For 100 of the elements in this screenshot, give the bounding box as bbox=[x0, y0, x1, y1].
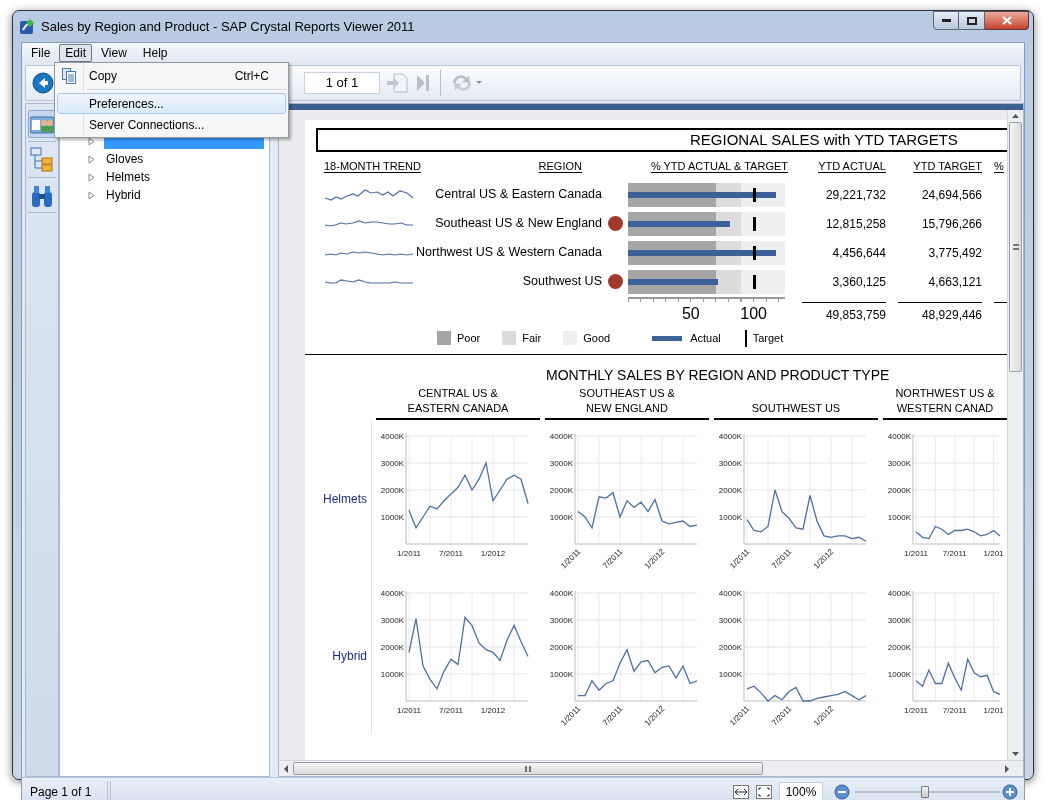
zoom-out-icon[interactable] bbox=[834, 783, 850, 800]
region-label: Central US & Eastern Canada bbox=[435, 186, 602, 204]
y-tick-label: 4000K bbox=[380, 432, 405, 441]
column-header: REGION bbox=[538, 158, 582, 174]
back-button[interactable] bbox=[32, 72, 54, 94]
page-field[interactable]: 1 of 1 bbox=[304, 72, 380, 94]
y-tick-label: 3000K bbox=[549, 616, 574, 625]
y-tick-label: 4000K bbox=[887, 432, 912, 441]
y-tick-label: 3000K bbox=[380, 616, 405, 625]
column-header: SOUTHWEST US bbox=[751, 401, 841, 416]
line-series bbox=[577, 649, 698, 697]
region-label: Southeast US & New England bbox=[435, 215, 602, 233]
table-cell-text: 29,221,732 bbox=[825, 186, 886, 204]
region-label: Southwest US bbox=[522, 273, 602, 291]
slider-thumb[interactable] bbox=[920, 785, 929, 798]
y-tick-label: 3000K bbox=[549, 459, 574, 468]
report-title: REGIONAL SALES with YTD TARGETS bbox=[690, 129, 958, 150]
page-status: Page 1 of 1 bbox=[30, 783, 92, 800]
y-tick-label: 4000K bbox=[718, 589, 743, 598]
table-cell-text: 3,775,492 bbox=[928, 244, 982, 262]
x-tick-label: 1/2012 bbox=[480, 549, 506, 558]
full-page-icon[interactable] bbox=[756, 784, 772, 799]
legend-label: Fair bbox=[522, 330, 542, 346]
menu-item[interactable]: Server Connections... bbox=[57, 114, 286, 135]
y-tick-label: 2000K bbox=[887, 486, 912, 495]
y-tick-label: 3000K bbox=[887, 616, 912, 625]
region-label: Northwest US & Western Canada bbox=[416, 244, 602, 262]
menu-item[interactable]: File bbox=[24, 44, 58, 62]
legend-label: Target bbox=[752, 330, 784, 346]
x-tick-label: 1/2011 bbox=[904, 706, 929, 715]
axis-tick-label: 50 bbox=[681, 304, 700, 324]
y-tick-label: 2000K bbox=[718, 643, 743, 652]
y-tick-label: 1000K bbox=[718, 670, 743, 679]
fit-width-icon[interactable] bbox=[733, 784, 749, 799]
horizontal-scrollbar[interactable] bbox=[279, 760, 1023, 776]
column-header: YTD TARGET bbox=[913, 158, 982, 174]
column-header: NORTHWEST US & WESTERN CANAD bbox=[895, 386, 995, 416]
table-cell-text: 15,796,266 bbox=[921, 215, 982, 233]
table-cell-text: 24,694,566 bbox=[921, 186, 982, 204]
y-tick-label: 3000K bbox=[380, 459, 405, 468]
menu-item[interactable]: Copy Ctrl+C bbox=[57, 65, 286, 86]
tree-item[interactable]: Hybrid bbox=[104, 187, 143, 203]
x-tick-label: 1/2011 bbox=[397, 706, 422, 715]
table-cell-text: 4,663,121 bbox=[928, 273, 982, 291]
y-tick-label: 3000K bbox=[887, 459, 912, 468]
tree-item[interactable]: Gloves bbox=[104, 151, 146, 167]
app-icon bbox=[19, 17, 37, 36]
close-button[interactable] bbox=[985, 11, 1029, 30]
total-cell-text: 48,929,446 bbox=[921, 307, 982, 324]
column-header: CENTRAL US & EASTERN CANADA bbox=[407, 386, 509, 416]
line-series bbox=[746, 489, 867, 542]
y-tick-label: 4000K bbox=[718, 432, 743, 441]
table-cell-text: 4,456,644 bbox=[832, 244, 886, 262]
zoom-slider[interactable] bbox=[855, 783, 1000, 800]
y-tick-label: 1000K bbox=[549, 670, 574, 679]
y-tick-label: 1000K bbox=[549, 513, 574, 522]
x-tick-label: 1/2012 bbox=[480, 706, 506, 715]
x-tick-label: 1/201 bbox=[983, 549, 1005, 558]
zoom-field[interactable]: 100% bbox=[779, 781, 823, 800]
close-icon bbox=[1001, 16, 1012, 25]
y-tick-label: 1000K bbox=[718, 513, 743, 522]
column-header: 18-MONTH TREND bbox=[324, 158, 421, 174]
line-series bbox=[915, 525, 1001, 540]
row-label: Helmets bbox=[323, 490, 367, 508]
table-cell-text: 3,360,125 bbox=[832, 273, 886, 291]
menu-item[interactable]: View bbox=[94, 44, 134, 62]
menu-item[interactable]: Preferences... bbox=[57, 93, 286, 114]
y-tick-label: 4000K bbox=[549, 589, 574, 598]
y-tick-label: 3000K bbox=[718, 459, 743, 468]
y-tick-label: 2000K bbox=[718, 486, 743, 495]
y-tick-label: 2000K bbox=[549, 486, 574, 495]
minimize-button[interactable] bbox=[933, 11, 959, 30]
legend-label: Poor bbox=[457, 330, 481, 346]
scrollbar-thumb[interactable] bbox=[293, 762, 763, 775]
y-tick-label: 2000K bbox=[887, 643, 912, 652]
section-title: MONTHLY SALES BY REGION AND PRODUCT TYPE bbox=[545, 366, 891, 385]
copy-icon bbox=[62, 67, 76, 84]
line-series bbox=[408, 616, 529, 690]
tree-icon[interactable] bbox=[30, 147, 54, 173]
column-header: % YTD ACTUAL & TARGET bbox=[650, 158, 788, 174]
binoculars-icon[interactable] bbox=[30, 184, 54, 208]
tree-item[interactable]: Helmets bbox=[104, 169, 152, 185]
y-tick-label: 4000K bbox=[380, 589, 405, 598]
scrollbar-thumb[interactable] bbox=[1009, 122, 1022, 372]
menu-item[interactable]: Edit bbox=[59, 44, 93, 62]
table-cell-text: 12,815,258 bbox=[825, 215, 886, 233]
zoom-in-icon[interactable] bbox=[1002, 783, 1018, 800]
x-tick-label: 7/2011 bbox=[942, 706, 968, 715]
column-header: % bbox=[994, 158, 1004, 174]
y-tick-label: 2000K bbox=[380, 643, 405, 652]
legend-label: Good bbox=[583, 330, 611, 346]
window-title: Sales by Region and Product - SAP Crystal Reports Viewer 2011 bbox=[41, 17, 415, 36]
column-header: SOUTHEAST US & NEW ENGLAND bbox=[579, 386, 675, 416]
menu-item[interactable]: Help bbox=[135, 44, 175, 62]
group-tree-tab[interactable] bbox=[28, 110, 56, 138]
y-tick-label: 3000K bbox=[718, 616, 743, 625]
maximize-button[interactable] bbox=[959, 11, 985, 30]
y-tick-label: 1000K bbox=[887, 513, 912, 522]
total-cell-text: 49,853,759 bbox=[825, 307, 886, 324]
vertical-scrollbar[interactable] bbox=[1007, 110, 1023, 760]
